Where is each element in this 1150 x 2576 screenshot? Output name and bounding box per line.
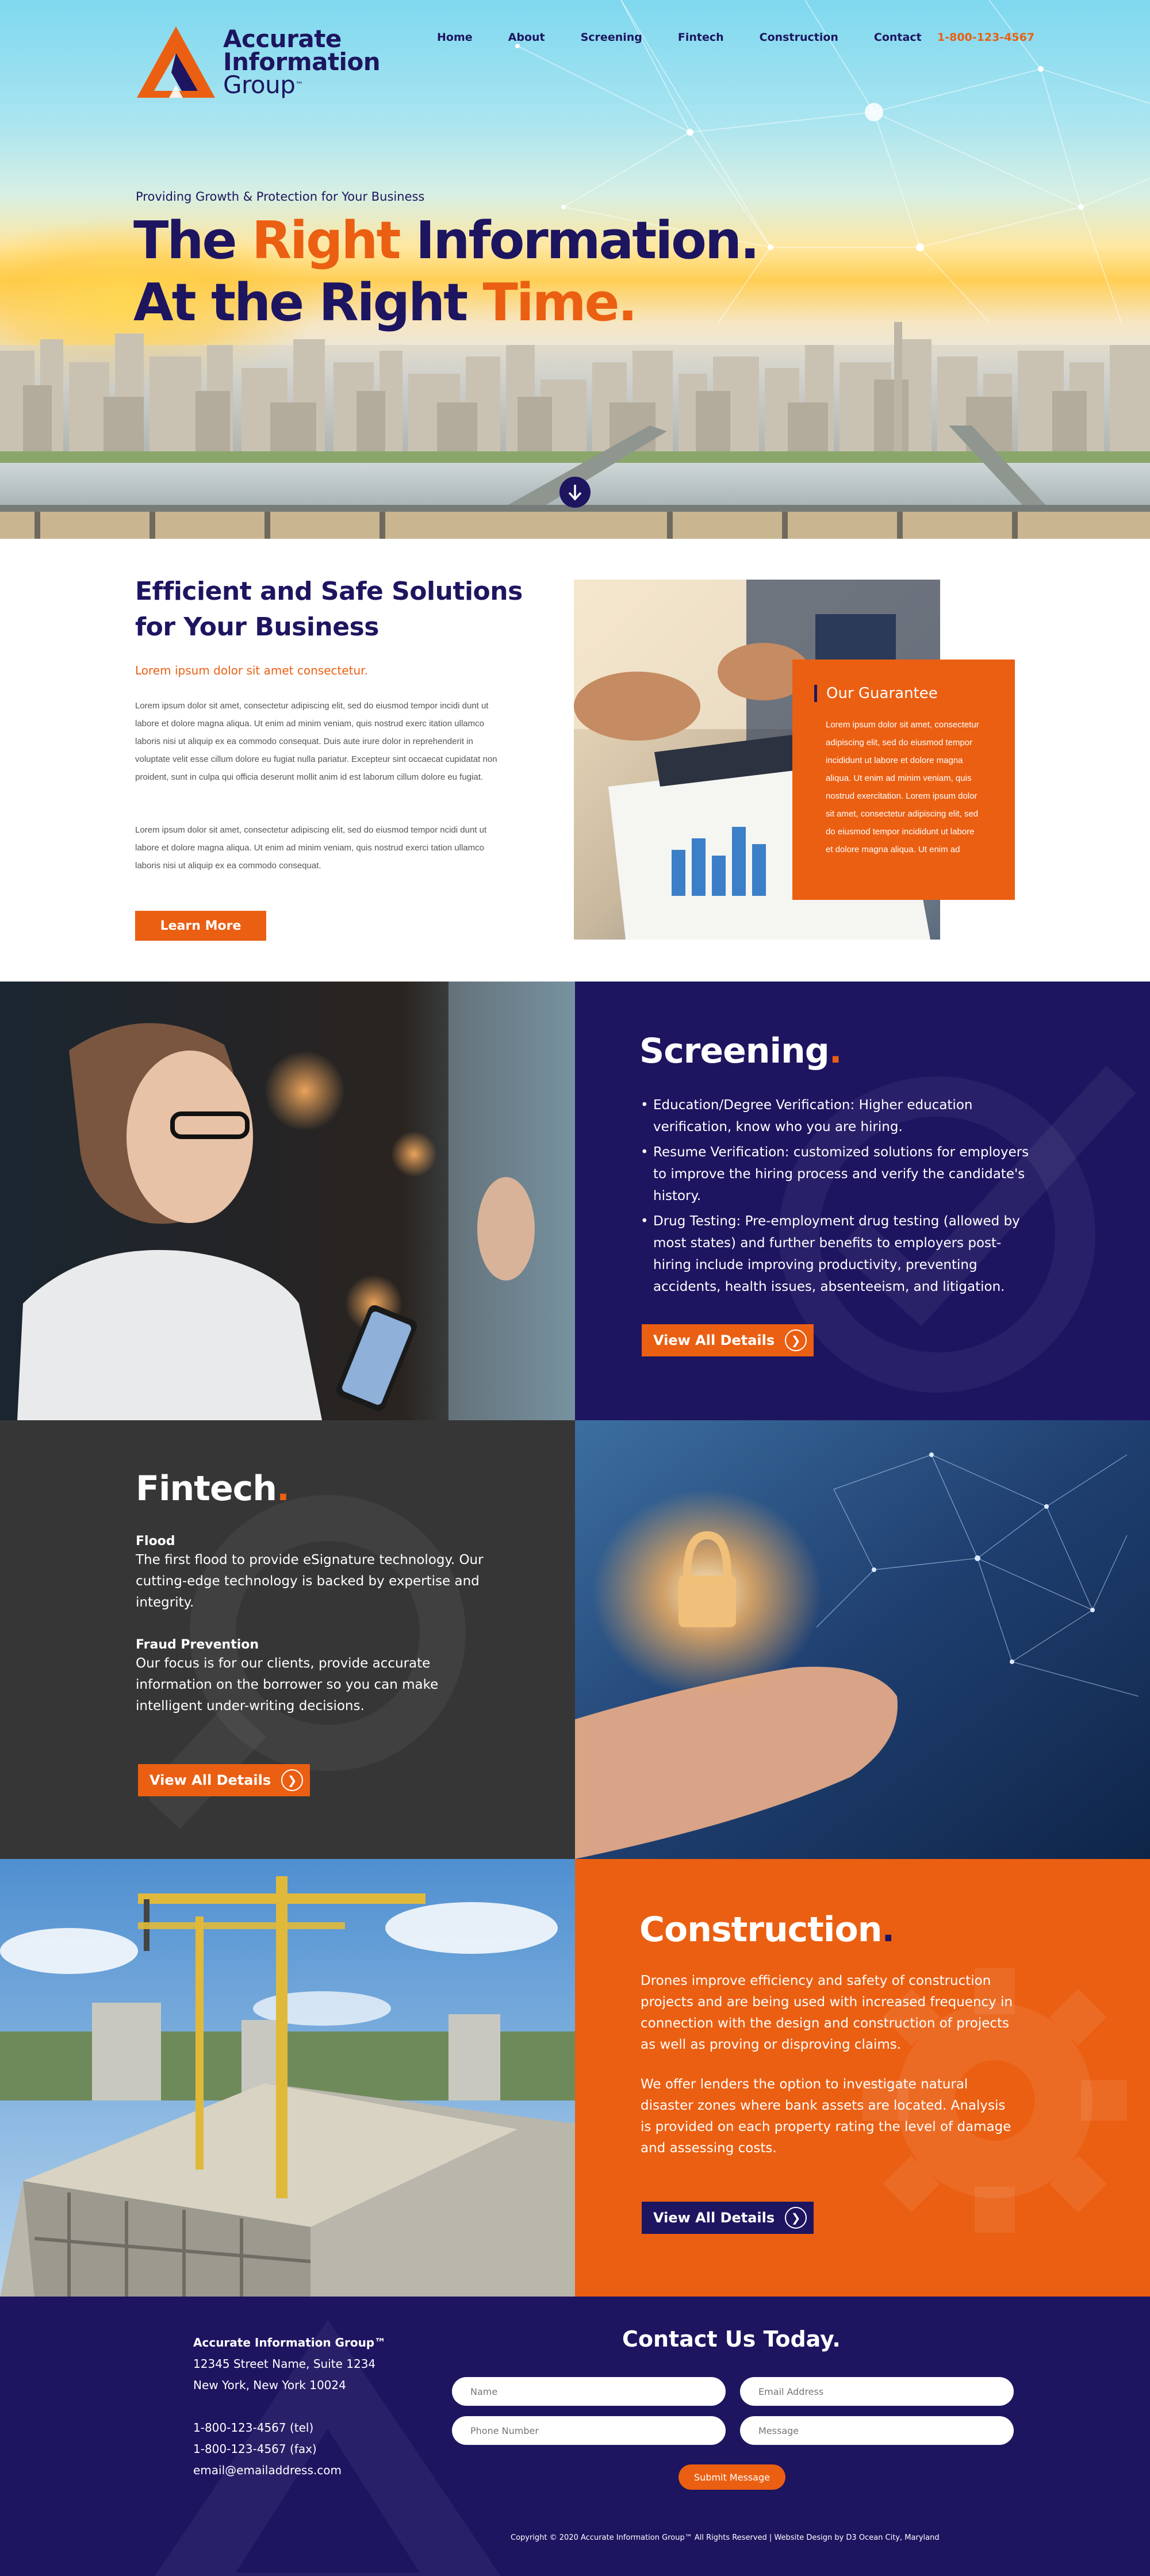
- footer-contact-info: Accurate Information Group™ 12345 Street…: [193, 2332, 386, 2481]
- button-label: View All Details: [653, 2210, 775, 2226]
- hero-tagline: Providing Growth & Protection for Your B…: [136, 190, 425, 204]
- fintech-title: Fintech.: [136, 1469, 290, 1509]
- fintech-fraud-block: Fraud Prevention Our focus is for our cl…: [136, 1638, 504, 1717]
- chevron-right-icon: ❯: [281, 1769, 304, 1791]
- guarantee-title: Our Guarantee: [814, 685, 980, 702]
- construction-view-details-button[interactable]: View All Details ❯: [642, 2202, 814, 2234]
- screening-view-details-button[interactable]: View All Details ❯: [642, 1324, 814, 1356]
- screening-panel: Screening. Education/Degree Verification…: [575, 982, 1150, 1420]
- footer-tel[interactable]: 1-800-123-4567 (tel): [193, 2417, 386, 2439]
- headline-part: At the Right: [133, 273, 483, 333]
- headline-highlight: Time.: [482, 273, 637, 333]
- hero-section: Accurate Information Group™ Home About S…: [0, 0, 1150, 539]
- title-dot: .: [829, 1031, 842, 1071]
- screening-photo: [0, 982, 575, 1420]
- submit-message-button[interactable]: Submit Message: [678, 2464, 785, 2490]
- tower-image: [894, 322, 902, 460]
- scroll-down-button[interactable]: [559, 477, 591, 508]
- construction-section: Construction. Drones improve efficiency …: [0, 1859, 1150, 2298]
- flood-text: The first flood to provide eSignature te…: [136, 1552, 484, 1610]
- construction-title: Construction.: [639, 1910, 895, 1950]
- intro-subtitle: Lorem ipsum dolor sit amet consectetur.: [135, 664, 368, 677]
- intro-paragraph: Lorem ipsum dolor sit amet, consectetur …: [135, 825, 487, 871]
- screening-list: Education/Degree Verification: Higher ed…: [641, 1094, 1032, 1301]
- fraud-title: Fraud Prevention: [136, 1638, 259, 1652]
- construction-paragraph: We offer lenders the option to investiga…: [641, 2077, 1011, 2156]
- construction-panel: Construction. Drones improve efficiency …: [575, 1859, 1150, 2298]
- headline-highlight: Right: [251, 210, 401, 271]
- nav-contact[interactable]: Contact: [874, 31, 922, 44]
- construction-paragraph: Drones improve efficiency and safety of …: [641, 1973, 1013, 2052]
- fintech-flood-block: Flood The first flood to provide eSignat…: [136, 1534, 504, 1613]
- contact-title: Contact Us Today.: [622, 2326, 841, 2352]
- phone-field[interactable]: [452, 2416, 726, 2445]
- guarantee-card: Our Guarantee Lorem ipsum dolor sit amet…: [792, 660, 1015, 900]
- nav-about[interactable]: About: [508, 31, 545, 44]
- fintech-photo: [575, 1420, 1150, 1859]
- arrow-down-icon: [568, 485, 582, 501]
- fintech-title-text: Fintech: [136, 1469, 277, 1509]
- footer-fax: 1-800-123-4567 (fax): [193, 2442, 317, 2456]
- message-field[interactable]: [740, 2416, 1014, 2445]
- footer-email[interactable]: email@emailaddress.com: [193, 2460, 386, 2481]
- nav-phone-link[interactable]: 1-800-123-4567: [937, 31, 1034, 44]
- logo-wordmark: Accurate Information Group™: [223, 25, 381, 99]
- headline-part: The: [133, 210, 252, 271]
- footer-company: Accurate Information Group™: [193, 2336, 386, 2349]
- fintech-panel: Fintech. Flood The first flood to provid…: [0, 1420, 575, 1859]
- footer: Accurate Information Group™ 12345 Street…: [0, 2297, 1150, 2576]
- guarantee-text: Lorem ipsum dolor sit amet, consectetur …: [826, 720, 979, 854]
- headline-part: Information.: [399, 210, 760, 271]
- intro-title-line: for Your Business: [135, 612, 379, 642]
- screening-item: Drug Testing: Pre-employment drug testin…: [641, 1210, 1032, 1298]
- footer-address-2: New York, New York 10024: [193, 2378, 346, 2392]
- button-label: View All Details: [653, 1332, 775, 1348]
- screening-item: Resume Verification: customized solution…: [641, 1141, 1032, 1207]
- fintech-view-details-button[interactable]: View All Details ❯: [138, 1764, 310, 1796]
- logo-triangle-icon: [137, 26, 215, 98]
- nav-construction[interactable]: Construction: [760, 31, 838, 44]
- logo-line-3: Group: [223, 71, 296, 99]
- copyright-text: Copyright © 2020 Accurate Information Gr…: [511, 2533, 940, 2542]
- title-dot: .: [881, 1910, 895, 1950]
- name-field[interactable]: [452, 2377, 726, 2406]
- intro-title-line: Efficient and Safe Solutions: [135, 577, 523, 606]
- nav-home[interactable]: Home: [437, 31, 473, 44]
- nav-fintech[interactable]: Fintech: [678, 31, 724, 44]
- screening-title-text: Screening: [639, 1031, 830, 1071]
- nav-screening[interactable]: Screening: [581, 31, 642, 44]
- chevron-right-icon: ❯: [785, 1329, 807, 1351]
- logo-line-1: Accurate: [223, 25, 342, 53]
- button-label: View All Details: [150, 1772, 271, 1788]
- hero-headline: The Right Information. At the Right Time…: [133, 210, 760, 334]
- screening-item: Education/Degree Verification: Higher ed…: [641, 1094, 1032, 1138]
- construction-title-text: Construction: [639, 1910, 882, 1950]
- logo-trademark: ™: [295, 80, 303, 90]
- intro-title: Efficient and Safe Solutions for Your Bu…: [135, 574, 523, 645]
- footer-address-1: 12345 Street Name, Suite 1234: [193, 2357, 376, 2371]
- screening-title: Screening.: [639, 1031, 842, 1071]
- logo-line-2: Information: [223, 48, 381, 76]
- title-dot: .: [276, 1469, 290, 1509]
- construction-photo: [0, 1859, 575, 2298]
- screening-section: Screening. Education/Degree Verification…: [0, 982, 1150, 1420]
- chevron-right-icon: ❯: [785, 2207, 807, 2229]
- logo[interactable]: Accurate Information Group™: [136, 25, 381, 99]
- learn-more-button[interactable]: Learn More: [135, 911, 266, 941]
- fintech-section: Fintech. Flood The first flood to provid…: [0, 1420, 1150, 1859]
- main-nav: Home About Screening Fintech Constructio…: [437, 31, 957, 44]
- flood-title: Flood: [136, 1534, 175, 1548]
- email-field[interactable]: [740, 2377, 1014, 2406]
- fraud-text: Our focus is for our clients, provide ac…: [136, 1656, 439, 1713]
- intro-paragraph: Lorem ipsum dolor sit amet, consectetur …: [135, 701, 497, 782]
